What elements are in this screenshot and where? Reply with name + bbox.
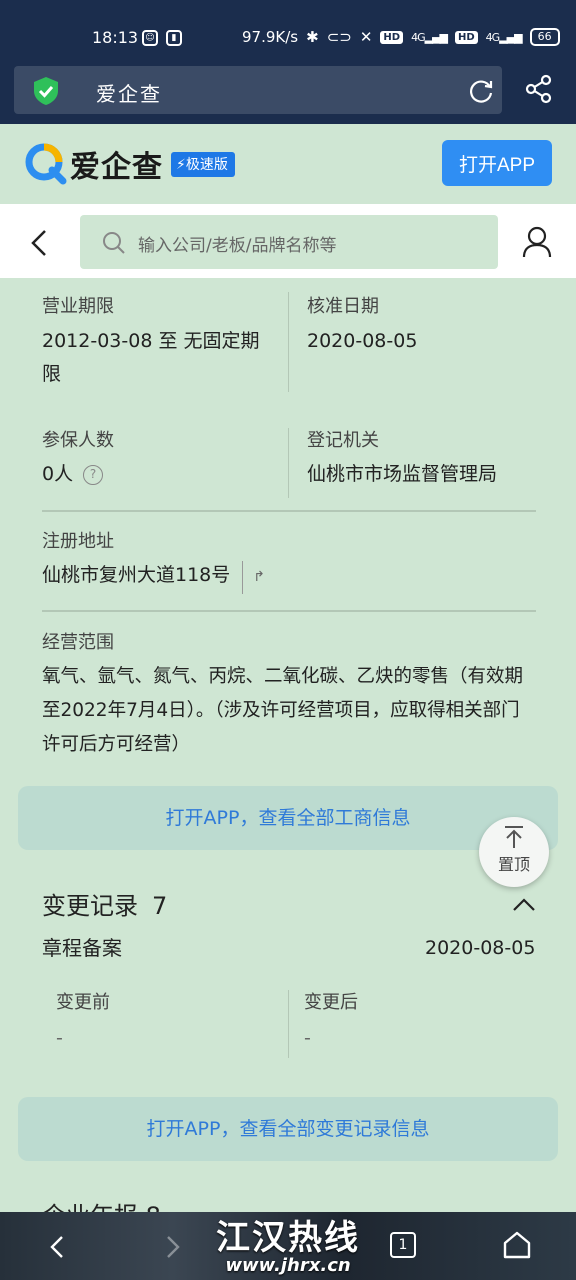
address-value-row: 仙桃市复州大道118号 ↱ [42,559,265,594]
address-value[interactable]: 仙桃市复州大道118号 [42,564,230,586]
change-item-name: 章程备案 [42,936,122,960]
page-title: 爱企查 [96,82,162,106]
divider [288,990,289,1058]
logo[interactable]: 爱企查 ⚡极速版 [24,142,235,186]
reload-icon[interactable] [468,78,494,104]
status-time: 18:13 [92,28,139,47]
hd-badge: HD [380,30,404,44]
share-icon[interactable] [524,74,554,104]
arrow-up-icon [505,826,523,848]
changes-count: 7 [152,892,168,920]
back-to-top-label: 置顶 [497,855,530,874]
scope-label: 经营范围 [42,632,114,653]
open-app-business-cta[interactable]: 打开APP，查看全部工商信息 [18,786,558,850]
status-right: 97.9K/s ✱ ⊂⊃ ✕ HD 4G▂▄▆ HD 4G▂▄▆ 66 [242,28,560,46]
navigate-icon[interactable]: ↱ [242,561,265,594]
watermark: 江汉热线 www.jhrx.cn [198,1210,378,1276]
back-icon[interactable] [48,1234,66,1260]
bluetooth-icon: ✱ [306,28,319,46]
net-speed: 97.9K/s [242,28,299,46]
scope-value: 氧气、氩气、氮气、丙烷、二氧化碳、乙炔的零售（有效期至2022年7月4日）。（涉… [42,666,524,755]
divider [42,610,536,612]
help-icon[interactable]: ? [83,465,104,485]
before-value: - [56,1027,63,1049]
toggle-icon: ⊂⊃ [326,28,352,46]
changes-title: 变更记录 [42,892,138,920]
insured-value: 0人 [42,463,74,485]
signal-icon-2: 4G▂▄▆ [485,30,523,44]
watermark-name: 江汉热线 [216,1218,360,1258]
logo-icon [25,143,67,185]
chevron-up-icon[interactable] [512,896,536,912]
approval-date-value: 2020-08-05 [307,330,418,352]
divider [288,428,289,498]
notification-icon: ▮ [166,30,182,46]
home-icon[interactable] [502,1230,532,1260]
approval-date-label: 核准日期 [307,296,379,317]
search-nav: 输入公司/老板/品牌名称等 [0,204,576,278]
app-header: 爱企查 ⚡极速版 打开APP [0,124,576,204]
logo-text: 爱企查 [70,150,163,185]
mute-icon: ✕ [359,28,373,46]
after-value: - [304,1027,311,1049]
before-label: 变更前 [56,992,110,1013]
tabs-button[interactable]: 1 [390,1232,416,1258]
notification-icon: ☺ [142,30,158,46]
battery-icon: 66 [529,28,560,46]
user-icon[interactable] [522,226,552,258]
business-term-label: 营业期限 [42,296,114,317]
search-icon [103,232,125,254]
insured-value-row: 0人? [42,458,104,491]
browser-toolbar: 爱企查 [0,56,576,124]
open-app-changes-cta[interactable]: 打开APP，查看全部变更记录信息 [18,1097,558,1161]
divider [288,292,289,392]
insured-label: 参保人数 [42,430,114,451]
forward-icon[interactable] [164,1234,182,1260]
shield-icon [34,77,58,105]
after-label: 变更后 [304,992,358,1013]
search-input[interactable]: 输入公司/老板/品牌名称等 [80,215,498,269]
back-to-top-button[interactable]: 置顶 [479,817,549,887]
signal-icon: 4G▂▄▆ [411,30,448,44]
search-placeholder: 输入公司/老板/品牌名称等 [138,236,337,256]
changes-title-row: 变更记录 7 [42,886,167,921]
notification-icons: ☺ ▮ [142,30,182,46]
address-bar[interactable]: 爱企查 [14,66,502,114]
authority-value: 仙桃市市场监督管理局 [307,463,498,485]
address-label: 注册地址 [42,531,114,552]
authority-label: 登记机关 [307,430,379,451]
back-arrow-icon[interactable] [28,228,50,258]
change-item-date: 2020-08-05 [425,937,536,959]
open-app-button[interactable]: 打开APP [442,140,552,186]
speed-tag: ⚡极速版 [171,151,235,177]
business-term-value: 2012-03-08 至 无固定期限 [42,330,260,385]
hd-badge-2: HD [455,30,478,44]
divider [42,510,536,512]
status-bar: 18:13 ☺ ▮ 97.9K/s ✱ ⊂⊃ ✕ HD 4G▂▄▆ HD 4G▂… [0,0,576,56]
